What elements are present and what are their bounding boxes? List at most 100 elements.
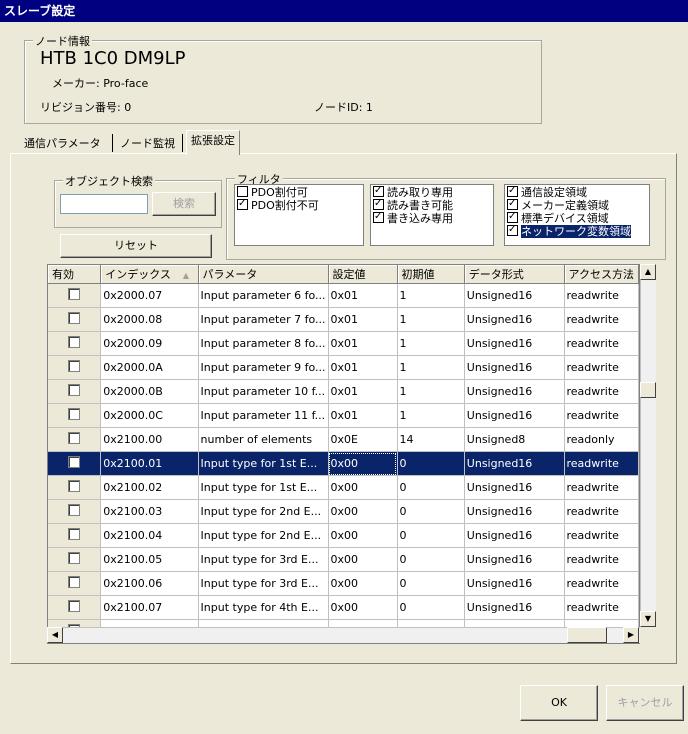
table-row[interactable]: 0x2000.0C Input parameter 11 f... 0x01 1 Uns… bbox=[48, 403, 639, 428]
filter-network-variable-area[interactable]: ネットワーク変数領域 bbox=[507, 225, 631, 238]
checkbox[interactable] bbox=[68, 336, 81, 348]
checkbox[interactable] bbox=[507, 225, 518, 236]
col-header-index[interactable]: インデックス ▲ bbox=[100, 265, 199, 284]
row-enabled-checkbox[interactable] bbox=[48, 451, 102, 476]
checkbox[interactable] bbox=[68, 432, 81, 444]
scroll-right-icon[interactable]: ▶ bbox=[623, 627, 639, 643]
tab-node-monitoring[interactable]: ノード監視 bbox=[116, 134, 179, 154]
row-setting-value[interactable]: 0x00 bbox=[328, 475, 398, 500]
checkbox[interactable] bbox=[68, 360, 81, 372]
col-header-setting-value[interactable]: 設定値 bbox=[328, 265, 398, 284]
row-setting-value[interactable]: 0x01 bbox=[328, 307, 398, 332]
tab-extended-settings[interactable]: 拡張設定 bbox=[186, 130, 240, 155]
ok-button[interactable]: OK bbox=[520, 685, 598, 721]
row-enabled-checkbox[interactable] bbox=[48, 547, 102, 572]
scroll-up-icon[interactable]: ▲ bbox=[640, 264, 656, 280]
checkbox[interactable] bbox=[237, 186, 248, 197]
checkbox[interactable] bbox=[68, 504, 81, 516]
checkbox[interactable] bbox=[373, 212, 384, 223]
reset-button[interactable]: リセット bbox=[60, 234, 212, 258]
object-search-input[interactable] bbox=[60, 194, 148, 214]
horizontal-scroll-thumb[interactable] bbox=[567, 627, 607, 643]
row-enabled-checkbox[interactable] bbox=[48, 355, 102, 380]
row-setting-value[interactable]: 0x01 bbox=[328, 331, 398, 356]
scroll-down-icon[interactable]: ▼ bbox=[640, 611, 656, 627]
grid-vertical-scrollbar[interactable]: ▲ ▼ bbox=[640, 264, 656, 627]
object-grid[interactable]: 有効 インデックス ▲ パラメータ 設定値 初期値 データ形式 アクセス方法 0x… bbox=[47, 264, 640, 644]
col-header-initial-value[interactable]: 初期値 bbox=[397, 265, 465, 284]
row-setting-value[interactable]: 0x01 bbox=[328, 379, 398, 404]
table-row[interactable]: 0x2100.02 Input type for 1st E... 0x00 0 Uns… bbox=[48, 475, 639, 500]
table-row[interactable]: 0x2000.07 Input parameter 6 fo... 0x01 1 Uns… bbox=[48, 283, 639, 308]
row-enabled-checkbox[interactable] bbox=[48, 331, 102, 356]
checkbox[interactable] bbox=[68, 288, 81, 300]
scroll-left-icon[interactable]: ◀ bbox=[47, 627, 63, 643]
row-enabled-checkbox[interactable] bbox=[48, 283, 102, 308]
row-enabled-checkbox[interactable] bbox=[48, 307, 102, 332]
row-enabled-checkbox[interactable] bbox=[48, 644, 101, 645]
row-setting-value[interactable]: 0x01 bbox=[328, 403, 398, 428]
filter-write-only[interactable]: 書き込み専用 bbox=[373, 212, 453, 225]
filter-comm-area[interactable]: 通信設定領域 bbox=[507, 186, 631, 199]
row-enabled-checkbox[interactable] bbox=[48, 379, 102, 404]
row-setting-value[interactable]: 0x00 bbox=[328, 499, 398, 524]
table-row[interactable]: 0x2100.03 Input type for 2nd E... 0x00 0 Uns… bbox=[48, 499, 639, 524]
table-row[interactable]: 0x2100.07 Input type for 4th E... 0x00 0 Uns… bbox=[48, 595, 639, 620]
checkbox[interactable] bbox=[507, 212, 518, 223]
table-row[interactable]: 0x2100.01 Input type for 1st E... 0x00 0 Uns… bbox=[48, 451, 639, 476]
row-setting-value[interactable]: 0x00 bbox=[328, 644, 397, 645]
table-row[interactable]: 0x2000.08 Input parameter 7 fo... 0x01 1 Uns… bbox=[48, 307, 639, 332]
checkbox[interactable] bbox=[507, 186, 518, 197]
checkbox[interactable] bbox=[68, 600, 81, 612]
row-enabled-checkbox[interactable] bbox=[48, 475, 102, 500]
checkbox[interactable] bbox=[373, 186, 384, 197]
table-row[interactable]: 0x2100.05 Input type for 3rd E... 0x00 0 Uns… bbox=[48, 547, 639, 572]
row-setting-value[interactable]: 0x01 bbox=[328, 283, 398, 308]
row-setting-value[interactable]: 0x00 bbox=[328, 523, 398, 548]
table-row[interactable]: 0x2000.0A Input parameter 9 fo... 0x01 1 Uns… bbox=[48, 355, 639, 380]
checkbox[interactable] bbox=[68, 480, 81, 492]
row-setting-value[interactable]: 0x00 bbox=[328, 595, 398, 620]
col-header-access[interactable]: アクセス方法 bbox=[564, 265, 639, 284]
filter-read-write[interactable]: 読み書き可能 bbox=[373, 199, 453, 212]
row-enabled-checkbox[interactable] bbox=[48, 571, 102, 596]
checkbox[interactable] bbox=[68, 552, 81, 564]
filter-standard-device-area[interactable]: 標準デバイス領域 bbox=[507, 212, 631, 225]
checkbox[interactable] bbox=[68, 576, 81, 588]
checkbox[interactable] bbox=[68, 408, 81, 420]
row-enabled-checkbox[interactable] bbox=[48, 523, 102, 548]
row-enabled-checkbox[interactable] bbox=[48, 499, 102, 524]
checkbox[interactable] bbox=[237, 199, 248, 210]
checkbox[interactable] bbox=[507, 199, 518, 210]
filter-read-only[interactable]: 読み取り専用 bbox=[373, 186, 453, 199]
row-enabled-checkbox[interactable] bbox=[48, 427, 102, 452]
table-row[interactable]: 0x2100.00 number of elements 0x0E 14 Unsigne… bbox=[48, 427, 639, 452]
row-enabled-checkbox[interactable] bbox=[48, 595, 102, 620]
checkbox[interactable] bbox=[68, 528, 81, 540]
table-row[interactable]: 0x2000.09 Input parameter 8 fo... 0x01 1 Uns… bbox=[48, 331, 639, 356]
vertical-scroll-thumb[interactable] bbox=[640, 382, 656, 398]
table-row[interactable]: 0x2100.06 Input type for 3rd E... 0x00 0 Uns… bbox=[48, 571, 639, 596]
row-setting-value[interactable]: 0x01 bbox=[328, 355, 398, 380]
tab-communication-params[interactable]: 通信パラメータ bbox=[20, 134, 105, 154]
table-row[interactable]: 0x2000.0B Input parameter 10 f... 0x01 1 Uns… bbox=[48, 379, 639, 404]
row-setting-value[interactable]: 0x00 bbox=[328, 547, 398, 572]
checkbox[interactable] bbox=[373, 199, 384, 210]
col-header-enabled[interactable]: 有効 bbox=[48, 265, 102, 284]
checkbox[interactable] bbox=[68, 456, 81, 468]
filter-maker-area[interactable]: メーカー定義領域 bbox=[507, 199, 631, 212]
filter-pdo-mappable[interactable]: PDO割付可 bbox=[237, 186, 319, 199]
col-header-parameter[interactable]: パラメータ bbox=[198, 265, 329, 284]
table-row[interactable]: 0x2100.09Input type for 5th E...0x000Uns… bbox=[48, 644, 639, 645]
row-enabled-checkbox[interactable] bbox=[48, 403, 102, 428]
row-setting-value[interactable]: 0x00 bbox=[328, 451, 398, 476]
row-setting-value[interactable]: 0x00 bbox=[328, 571, 398, 596]
checkbox[interactable] bbox=[68, 384, 81, 396]
col-header-data-type[interactable]: データ形式 bbox=[464, 265, 565, 284]
checkbox[interactable] bbox=[68, 312, 81, 324]
filter-pdo-not-mappable[interactable]: PDO割付不可 bbox=[237, 199, 319, 212]
row-setting-value[interactable]: 0x0E bbox=[328, 427, 398, 452]
cancel-button[interactable]: キャンセル bbox=[606, 685, 684, 721]
search-button[interactable]: 検索 bbox=[152, 192, 216, 216]
table-row[interactable]: 0x2100.04 Input type for 2nd E... 0x00 0 Uns… bbox=[48, 523, 639, 548]
